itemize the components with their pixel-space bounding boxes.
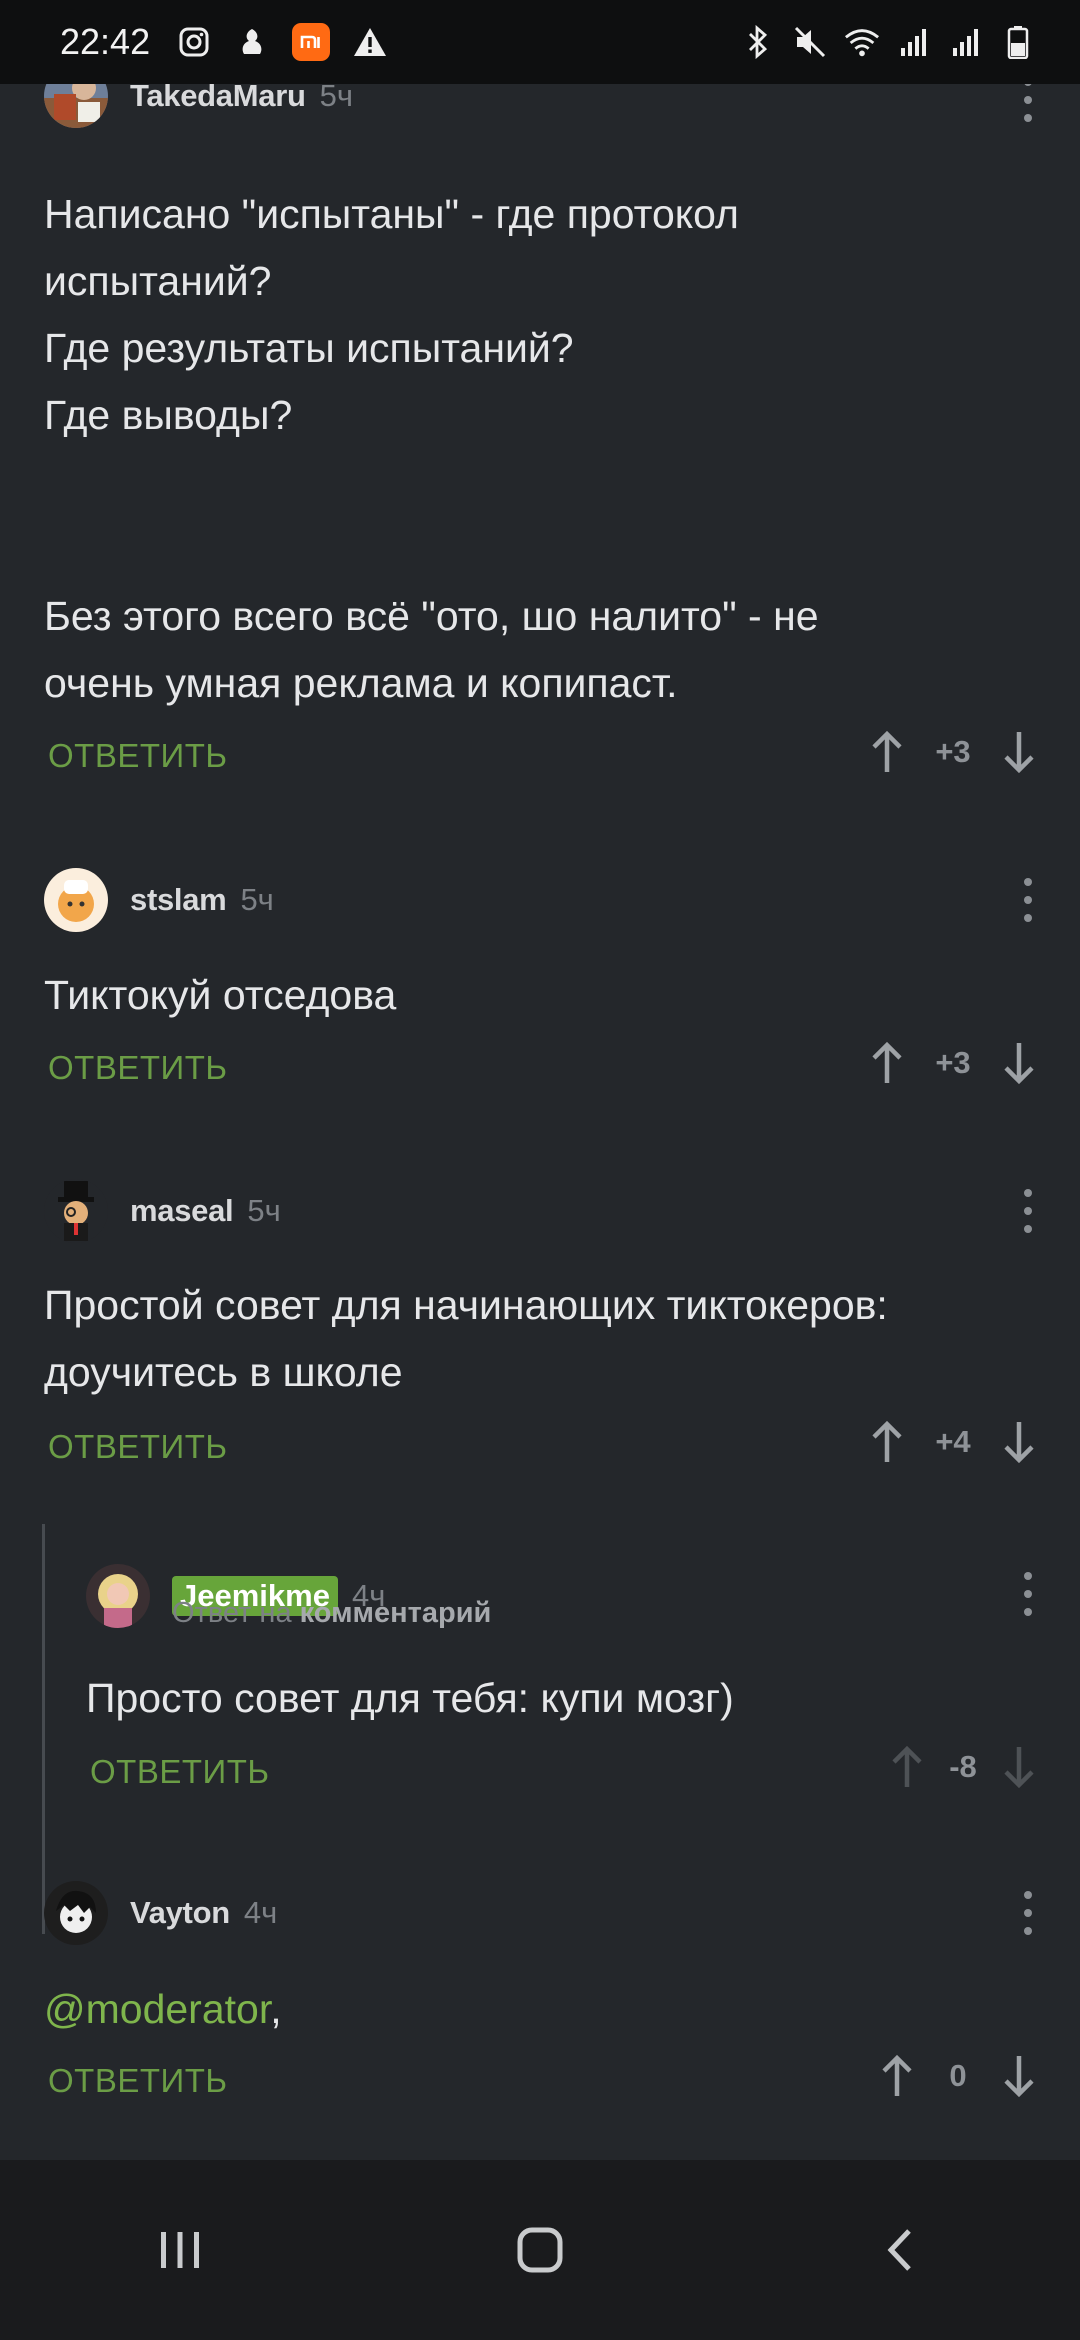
back-button[interactable] xyxy=(840,2200,960,2300)
mi-icon xyxy=(292,23,331,61)
bluetooth-icon xyxy=(740,24,776,60)
comment-author[interactable]: stslam xyxy=(130,882,227,918)
thread-line xyxy=(42,1524,45,1934)
wifi-icon xyxy=(844,24,880,60)
reply-button[interactable]: ОТВЕТИТЬ xyxy=(90,1753,270,1791)
downvote-icon[interactable] xyxy=(998,1039,1040,1087)
upvote-icon[interactable] xyxy=(866,728,908,776)
comment-age: 4ч xyxy=(243,1895,278,1930)
comment-text: Простой совет для начинающих тиктокеров:… xyxy=(44,1282,888,1395)
more-options-icon[interactable] xyxy=(1016,1572,1040,1616)
system-nav-bar xyxy=(0,2160,1080,2340)
comment-age: 5ч xyxy=(240,882,274,917)
avatar[interactable] xyxy=(44,868,108,932)
comment-score: 0 xyxy=(949,2058,967,2093)
warning-icon xyxy=(352,24,388,60)
downvote-icon[interactable] xyxy=(998,728,1040,776)
vote-controls: +3 xyxy=(866,728,1040,776)
downvote-icon[interactable] xyxy=(998,1418,1040,1466)
reply-button[interactable]: ОТВЕТИТЬ xyxy=(48,2062,228,2100)
more-options-icon[interactable] xyxy=(1016,1189,1040,1233)
reply-to-label: Ответ на комментарий xyxy=(172,1597,492,1629)
vote-controls: +3 xyxy=(866,1039,1040,1087)
more-options-icon[interactable] xyxy=(1016,878,1040,922)
comment-score: +3 xyxy=(935,1045,971,1080)
vote-controls: -8 xyxy=(886,1743,1040,1791)
comment-author[interactable]: TakedaMaru xyxy=(130,84,306,114)
signal-icon xyxy=(896,24,932,60)
instagram-icon xyxy=(176,24,212,60)
comment-text: Тиктокуй отседова xyxy=(44,972,397,1018)
avatar[interactable] xyxy=(44,1881,108,1945)
vote-controls: +4 xyxy=(866,1418,1040,1466)
mention-link[interactable]: @moderator xyxy=(44,1986,270,2032)
more-options-icon[interactable] xyxy=(1016,1891,1040,1935)
reply-button[interactable]: ОТВЕТИТЬ xyxy=(48,1428,228,1466)
comment-score: +4 xyxy=(935,1424,971,1459)
downvote-icon[interactable] xyxy=(998,1743,1040,1791)
upvote-icon[interactable] xyxy=(866,1418,908,1466)
comment-text: Просто совет для тебя: купи мозг) xyxy=(86,1675,734,1721)
battery-icon xyxy=(1000,24,1036,60)
signal-icon xyxy=(948,24,984,60)
upvote-icon[interactable] xyxy=(876,2052,918,2100)
upvote-icon[interactable] xyxy=(866,1039,908,1087)
comment-text: Написано "испытаны" - где протокол испыт… xyxy=(44,191,819,706)
comment-text: @moderator, xyxy=(44,1986,282,2032)
avatar[interactable] xyxy=(44,84,108,128)
comments-feed[interactable]: TakedaMaru 5ч Написано "испытаны" - где … xyxy=(0,84,1080,2160)
comment-author[interactable]: Vayton xyxy=(130,1895,230,1931)
mute-icon xyxy=(792,24,828,60)
comment-age: 5ч xyxy=(319,84,354,113)
comment-score: -8 xyxy=(949,1749,977,1784)
reply-to-link[interactable]: комментарий xyxy=(300,1597,492,1629)
vote-controls: 0 xyxy=(876,2052,1040,2100)
avatar[interactable] xyxy=(86,1564,150,1628)
app-notification-icon xyxy=(234,24,270,60)
reply-button[interactable]: ОТВЕТИТЬ xyxy=(48,1049,228,1087)
avatar[interactable] xyxy=(44,1179,108,1243)
comment-age: 5ч xyxy=(247,1193,281,1228)
downvote-icon[interactable] xyxy=(998,2052,1040,2100)
status-time: 22:42 xyxy=(60,21,151,62)
comment-score: +3 xyxy=(935,734,971,769)
more-options-icon[interactable] xyxy=(1016,84,1040,122)
upvote-icon[interactable] xyxy=(886,1743,928,1791)
home-button[interactable] xyxy=(480,2200,600,2300)
status-bar: 22:42 xyxy=(0,0,1080,84)
comment-author[interactable]: maseal xyxy=(130,1193,234,1229)
reply-button[interactable]: ОТВЕТИТЬ xyxy=(48,737,228,775)
recents-button[interactable] xyxy=(120,2200,240,2300)
